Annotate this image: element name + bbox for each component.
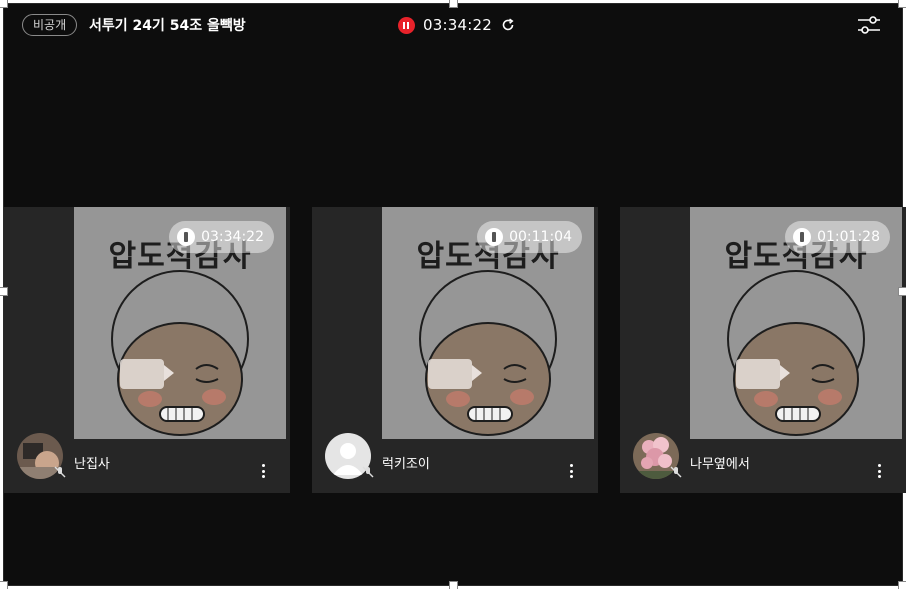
status-thumbnail: 압도적감사 00:11:04	[382, 207, 594, 439]
resize-handle[interactable]	[449, 581, 458, 589]
mic-off-icon	[670, 466, 682, 478]
resize-handle[interactable]	[898, 0, 906, 8]
resize-handle[interactable]	[0, 0, 8, 8]
status-thumbnail: 압도적감사 01:01:28	[690, 207, 902, 439]
more-menu-button[interactable]	[567, 462, 575, 480]
more-menu-button[interactable]	[875, 462, 883, 480]
study-time-pill: 03:34:22	[169, 221, 274, 253]
resize-handle[interactable]	[0, 287, 8, 296]
face-illustration	[419, 270, 557, 436]
study-time: 00:11:04	[509, 229, 572, 245]
resize-handle[interactable]	[449, 0, 458, 8]
study-time: 03:34:22	[201, 229, 264, 245]
resize-handle[interactable]	[898, 287, 906, 296]
participant-tile[interactable]: 압도적감사 01:01:28 나무옆에서	[620, 207, 906, 493]
nickname: 럭키조이	[382, 457, 430, 472]
status-thumbnail: 압도적감사 03:34:22	[74, 207, 286, 439]
refresh-icon[interactable]	[500, 17, 516, 33]
participant-tile[interactable]: 압도적감사 03:34:22 난집사	[4, 207, 290, 493]
pause-icon[interactable]	[398, 16, 415, 34]
nickname: 난집사	[74, 457, 110, 472]
settings-sliders-icon[interactable]	[856, 14, 882, 36]
more-menu-button[interactable]	[259, 462, 267, 480]
resize-handle[interactable]	[0, 581, 8, 589]
participant-tile[interactable]: 압도적감사 00:11:04 럭키조이	[312, 207, 598, 493]
study-time: 01:01:28	[817, 229, 880, 245]
nickname: 나무옆에서	[690, 457, 750, 472]
study-time-pill: 00:11:04	[477, 221, 582, 253]
room-title: 서투기 24기 54조 올빽방	[89, 18, 246, 34]
study-room-window: 비공개 서투기 24기 54조 올빽방 03:34:22 압도적감사 03:34…	[3, 3, 906, 586]
face-illustration	[111, 270, 249, 436]
timer-text: 03:34:22	[423, 16, 492, 34]
study-time-pill: 01:01:28	[785, 221, 890, 253]
face-illustration	[727, 270, 865, 436]
mic-off-icon	[362, 466, 374, 478]
timer-icon	[177, 228, 196, 246]
top-bar: 비공개 서투기 24기 54조 올빽방 03:34:22	[4, 4, 902, 46]
mic-off-icon	[54, 466, 66, 478]
visibility-badge: 비공개	[22, 14, 78, 36]
timer-icon	[793, 228, 812, 246]
timer-icon	[485, 228, 504, 246]
room-timer: 03:34:22	[398, 15, 516, 35]
resize-handle[interactable]	[898, 581, 906, 589]
